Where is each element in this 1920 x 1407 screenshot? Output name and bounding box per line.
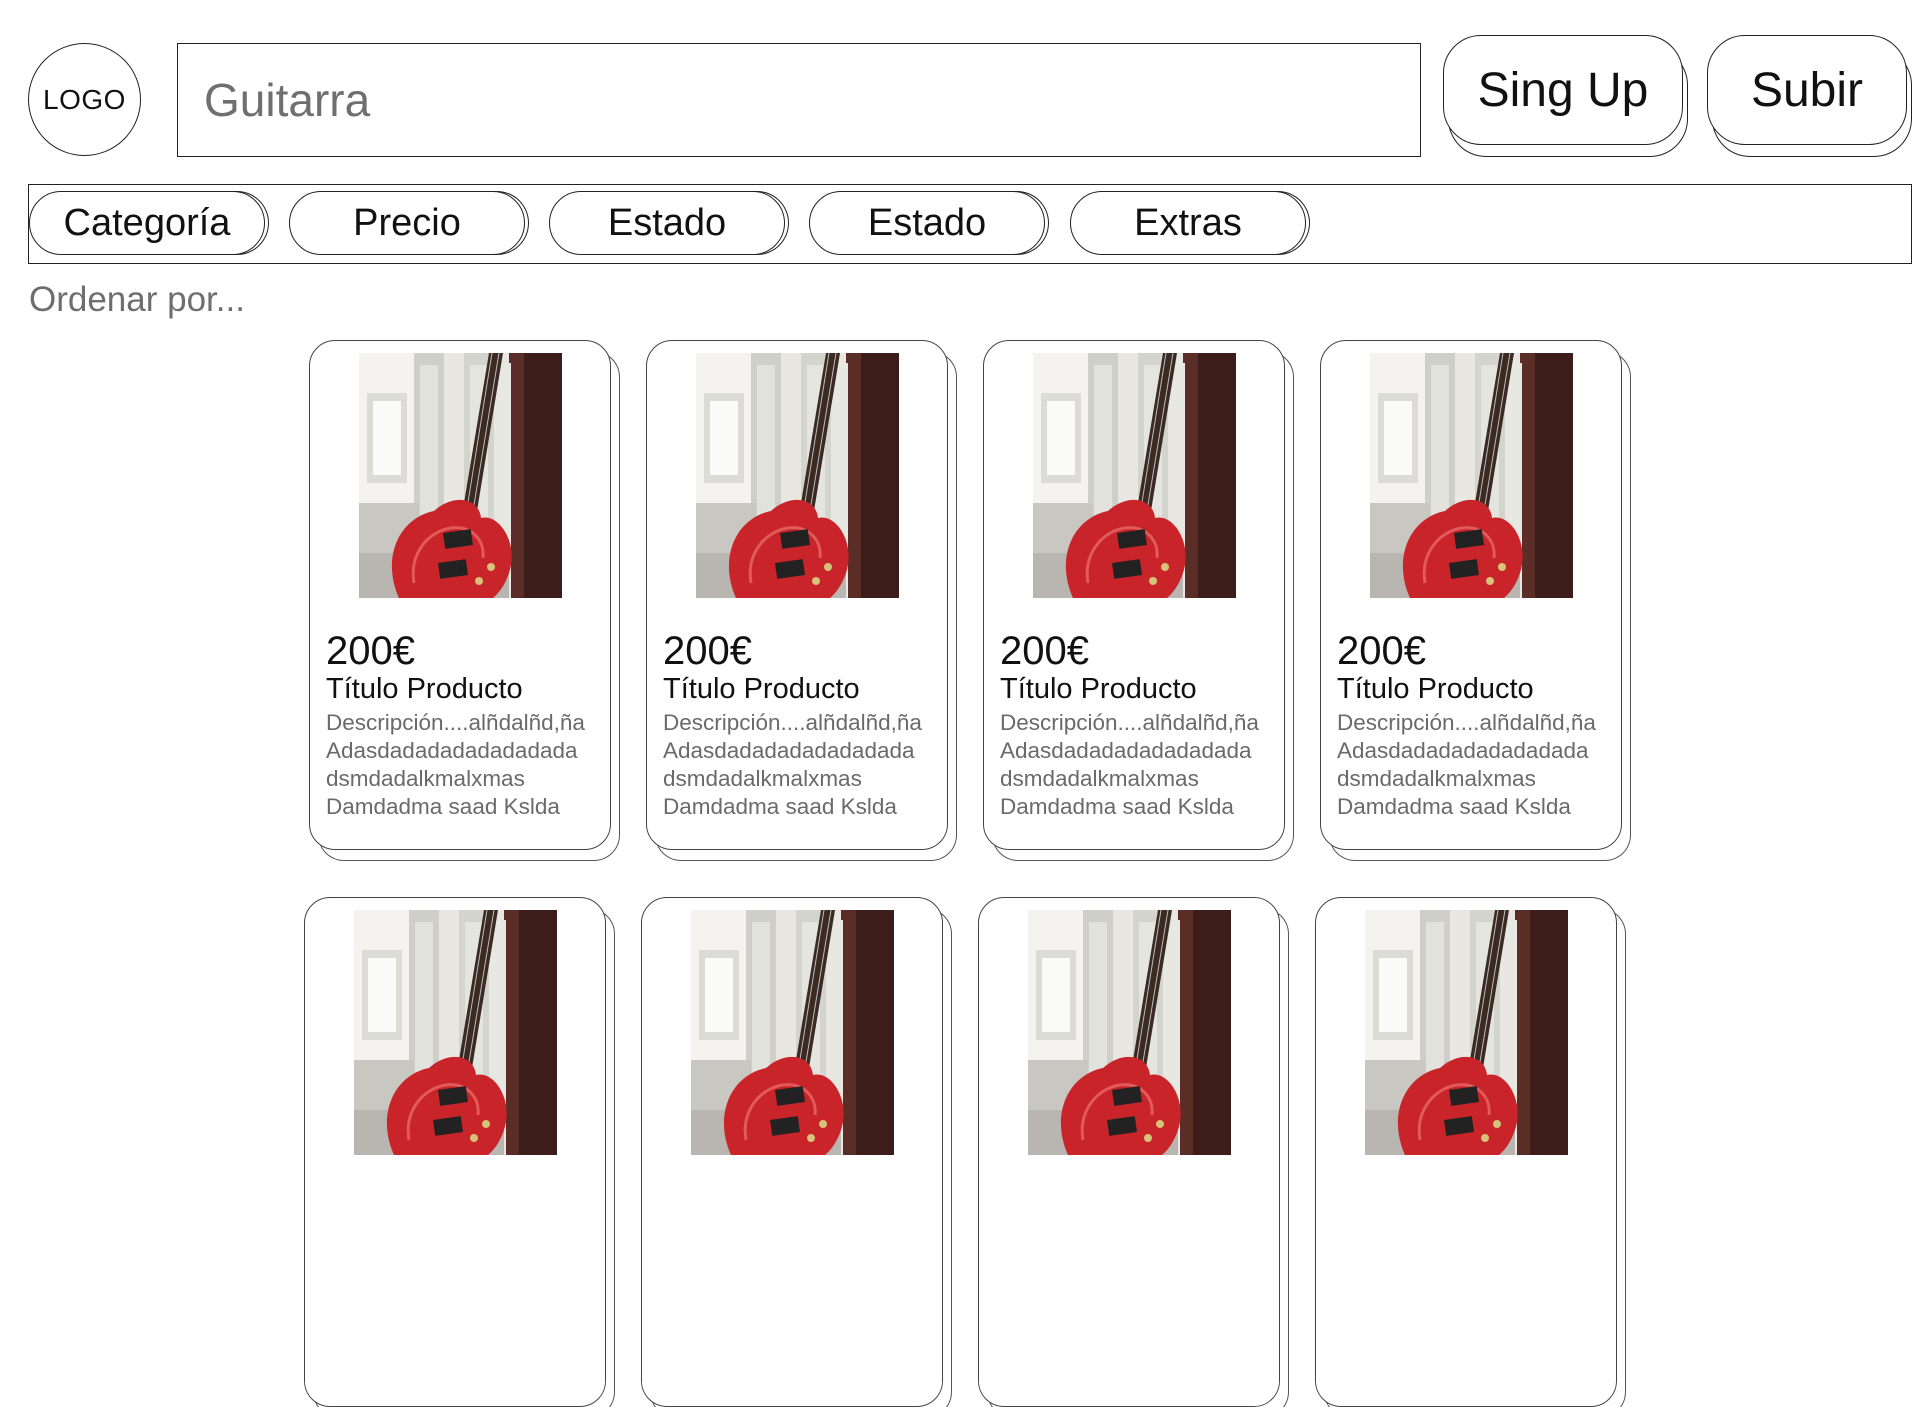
product-card[interactable]: 200€ Título Producto Descripción....alñd…	[1320, 340, 1622, 850]
search-input[interactable]	[202, 72, 1420, 128]
product-image	[354, 910, 557, 1155]
product-image	[1365, 910, 1568, 1155]
filter-chip-extras[interactable]: Extras	[1070, 191, 1306, 255]
product-description: Descripción....alñdalñd,ña Adasdadadadad…	[326, 710, 585, 819]
product-image	[1033, 353, 1236, 598]
product-image	[696, 353, 899, 598]
filter-chip-categoria[interactable]: Categoría	[29, 191, 265, 255]
product-title: Título Producto	[326, 673, 523, 705]
sort-dropdown[interactable]: Ordenar por...	[29, 280, 245, 320]
product-card[interactable]: 200€ Título Producto Descripción....alñd…	[983, 340, 1285, 850]
product-card[interactable]: 200€ Título Producto Descripción....alñd…	[646, 340, 948, 850]
product-description: Descripción....alñdalñd,ña Adasdadadadad…	[1000, 710, 1259, 819]
product-description: Descripción....alñdalñd,ña Adasdadadadad…	[663, 710, 922, 819]
product-title: Título Producto	[1337, 673, 1534, 705]
product-image	[359, 353, 562, 598]
product-card[interactable]	[641, 897, 943, 1407]
product-image	[1370, 353, 1573, 598]
product-card[interactable]	[978, 897, 1280, 1407]
product-card[interactable]	[304, 897, 606, 1407]
product-price: 200€	[663, 629, 752, 673]
product-price: 200€	[1337, 629, 1426, 673]
filter-chip-estado[interactable]: Estado	[549, 191, 785, 255]
product-image	[691, 910, 894, 1155]
product-price: 200€	[326, 629, 415, 673]
product-description: Descripción....alñdalñd,ña Adasdadadadad…	[1337, 710, 1596, 819]
signup-button[interactable]: Sing Up	[1443, 35, 1683, 145]
logo[interactable]: LOGO	[28, 43, 141, 156]
filter-chip-estado-2[interactable]: Estado	[809, 191, 1045, 255]
upload-button[interactable]: Subir	[1707, 35, 1907, 145]
filter-bar: Categoría Precio Estado Estado Extras	[28, 184, 1912, 264]
filter-chip-precio[interactable]: Precio	[289, 191, 525, 255]
product-card[interactable]: 200€ Título Producto Descripción....alñd…	[309, 340, 611, 850]
product-card[interactable]	[1315, 897, 1617, 1407]
product-title: Título Producto	[1000, 673, 1197, 705]
product-image	[1028, 910, 1231, 1155]
product-title: Título Producto	[663, 673, 860, 705]
product-price: 200€	[1000, 629, 1089, 673]
search-bar[interactable]	[177, 43, 1421, 157]
